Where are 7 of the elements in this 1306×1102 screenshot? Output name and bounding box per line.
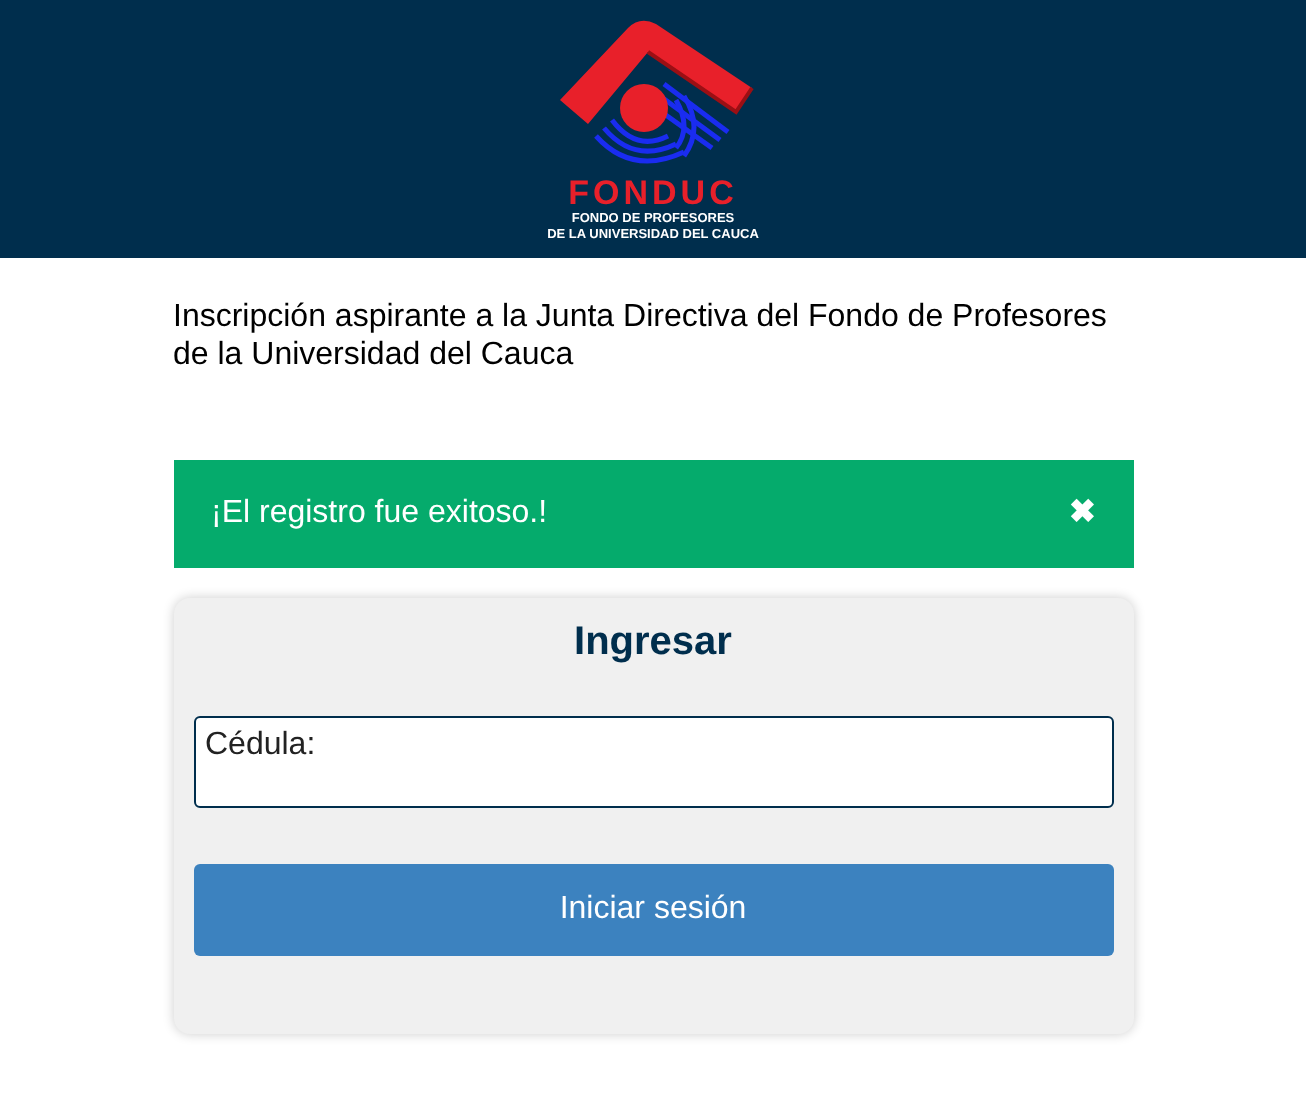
cedula-field[interactable]: Cédula: [193,716,1113,808]
login-title: Ingresar [572,618,734,666]
logo-wordmark: FONDUC [568,176,738,212]
alert-message: ¡El registro fue exitoso.! [211,494,548,534]
close-button[interactable]: ✖ [1069,490,1095,538]
login-button[interactable]: Iniciar sesión [193,864,1113,956]
intro-text: Inscripción aspirante a la Junta Directiva del Fondo de Profesores de la Universidad del Cauca [173,298,1109,374]
